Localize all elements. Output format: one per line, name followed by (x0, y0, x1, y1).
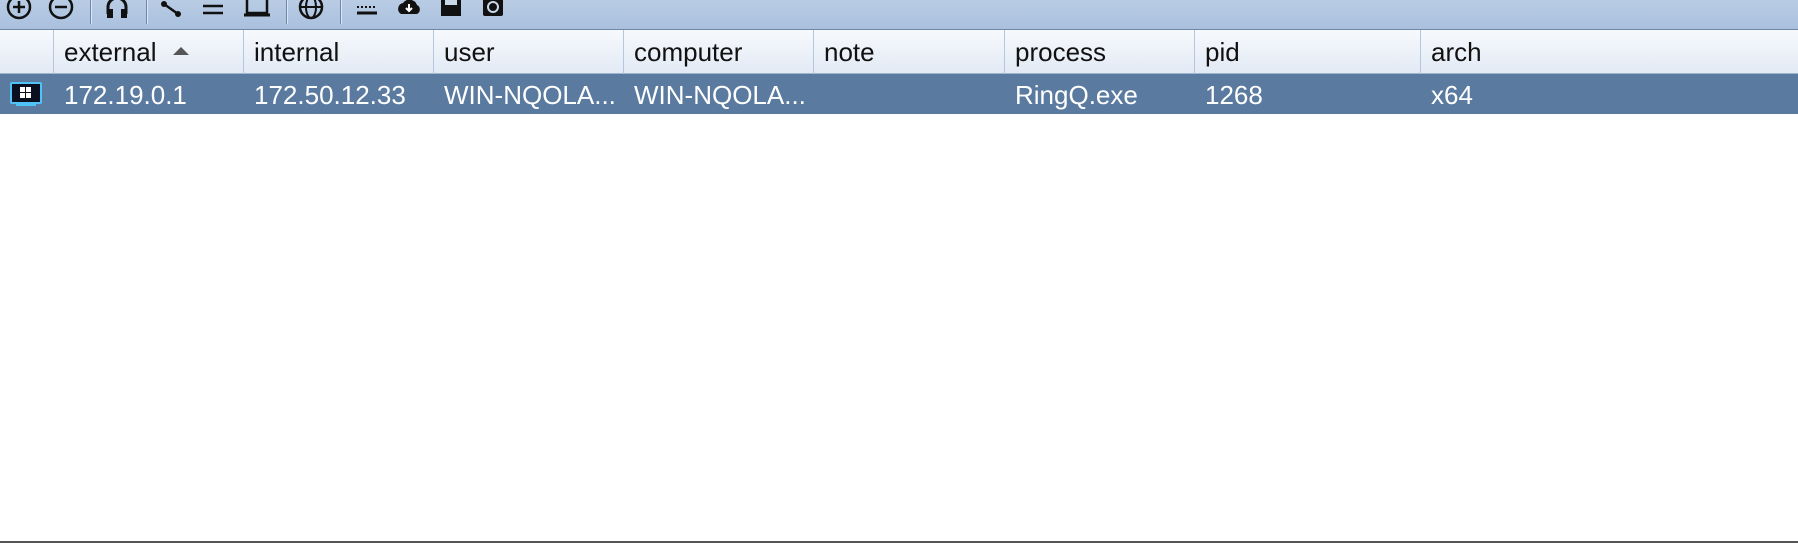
cell-external: 172.19.0.1 (64, 80, 187, 110)
column-header-user[interactable]: user (434, 30, 624, 74)
column-header-internal[interactable]: internal (244, 30, 434, 74)
table-row[interactable]: 172.19.0.1 172.50.12.33 WIN-NQOLA... WIN… (0, 74, 1798, 114)
list-icon[interactable] (198, 0, 228, 20)
column-header-icon[interactable] (0, 30, 54, 74)
plus-circle-icon[interactable] (4, 0, 34, 20)
camera-icon[interactable] (478, 0, 508, 20)
minus-circle-icon[interactable] (46, 0, 76, 20)
table-header: external internal user computer note pro… (0, 30, 1798, 74)
column-header-external[interactable]: external (54, 30, 244, 74)
windows-session-icon (10, 82, 42, 106)
cell-computer: WIN-NQOLA... (634, 80, 806, 110)
column-header-pid[interactable]: pid (1195, 30, 1421, 74)
share-icon[interactable] (156, 0, 186, 20)
toolbar-separator (90, 0, 92, 24)
toolbar-separator (340, 0, 342, 24)
save-icon[interactable] (436, 0, 466, 20)
cell-pid: 1268 (1205, 80, 1263, 110)
cell-internal: 172.50.12.33 (254, 80, 406, 110)
cloud-download-icon[interactable] (394, 0, 424, 20)
toolbar-separator (286, 0, 288, 24)
keys-icon[interactable] (352, 0, 382, 20)
cell-user: WIN-NQOLA... (444, 80, 616, 110)
cell-arch: x64 (1431, 80, 1473, 110)
column-header-computer[interactable]: computer (624, 30, 814, 74)
toolbar (0, 0, 1798, 30)
panel-divider (0, 541, 1798, 543)
column-header-label: external (64, 37, 157, 67)
column-header-process[interactable]: process (1005, 30, 1195, 74)
headphones-icon[interactable] (102, 0, 132, 20)
cell-note (814, 74, 1005, 114)
cell-process: RingQ.exe (1015, 80, 1138, 110)
toolbar-separator (146, 0, 148, 24)
screen-icon[interactable] (242, 0, 272, 20)
globe-icon[interactable] (296, 0, 326, 20)
beacon-table: external internal user computer note pro… (0, 30, 1798, 114)
column-header-note[interactable]: note (814, 30, 1005, 74)
sort-ascending-icon (172, 47, 189, 55)
column-header-arch[interactable]: arch (1421, 30, 1798, 74)
